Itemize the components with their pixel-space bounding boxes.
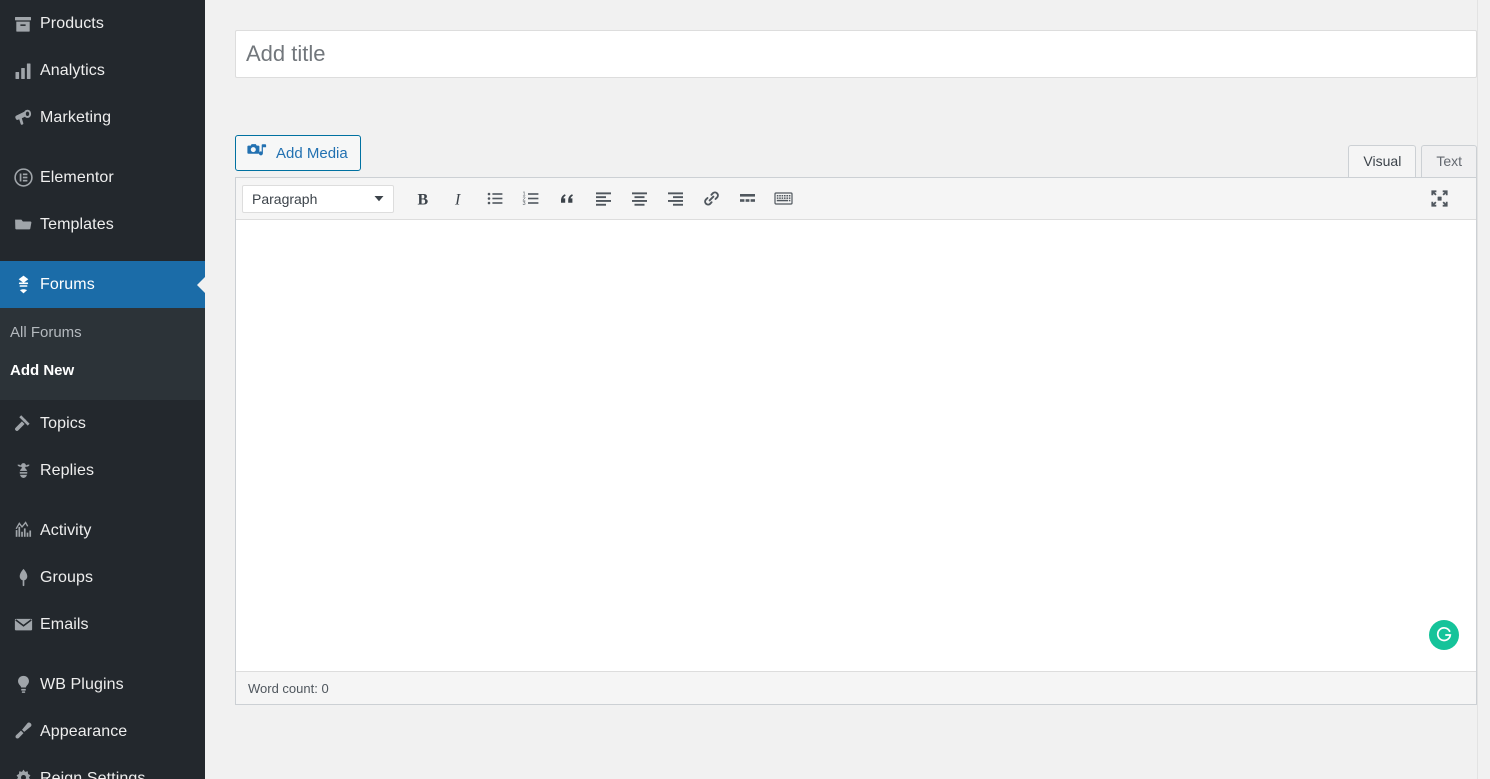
bar-chart-icon	[6, 59, 40, 83]
align-center-icon[interactable]	[624, 184, 654, 214]
toolbar-toggle-icon[interactable]	[768, 184, 798, 214]
sidebar-item-topics[interactable]: Topics	[0, 400, 205, 447]
lightbulb-icon	[6, 673, 40, 697]
main-content-area: Add Media Visual Text Paragraph B I	[205, 0, 1490, 779]
editor-container: Paragraph B I 123 Word count: 0	[235, 177, 1477, 705]
read-more-icon[interactable]	[732, 184, 762, 214]
fullscreen-icon[interactable]	[1424, 184, 1454, 214]
sidebar-item-label: Replies	[40, 461, 95, 479]
sidebar-item-marketing[interactable]: Marketing	[0, 94, 205, 141]
sidebar-item-reign-settings[interactable]: Reign Settings	[0, 755, 205, 779]
sidebar-group: Forums All Forums Add New Topics Replies	[0, 261, 205, 494]
sidebar-item-label: Forums	[40, 275, 95, 293]
sidebar-separator	[0, 248, 205, 261]
submenu-item-label: Add New	[10, 362, 75, 379]
editor-statusbar: Word count: 0	[236, 671, 1476, 704]
sidebar-group: WB Plugins Appearance Reign Settings	[0, 661, 205, 779]
sidebar-item-replies[interactable]: Replies	[0, 447, 205, 494]
chevron-down-icon	[373, 191, 385, 207]
sidebar-item-label: WB Plugins	[40, 675, 124, 693]
sidebar-item-products[interactable]: Products	[0, 0, 205, 47]
align-left-icon[interactable]	[588, 184, 618, 214]
sidebar-item-label: Emails	[40, 615, 89, 633]
sidebar-item-activity[interactable]: Activity	[0, 507, 205, 554]
tab-text[interactable]: Text	[1421, 145, 1477, 177]
post-title-input[interactable]	[235, 30, 1477, 78]
page-scrollbar[interactable]	[1477, 0, 1490, 779]
bee-icon	[6, 459, 40, 483]
word-count-label: Word count: 0	[248, 680, 329, 696]
sidebar-item-templates[interactable]: Templates	[0, 201, 205, 248]
media-camera-icon	[247, 142, 267, 164]
svg-text:I: I	[454, 191, 461, 208]
sidebar-item-label: Groups	[40, 568, 94, 586]
blockquote-icon[interactable]	[552, 184, 582, 214]
svg-text:B: B	[418, 191, 429, 208]
forums-icon	[6, 273, 40, 297]
submenu-item-all-forums[interactable]: All Forums	[0, 314, 205, 352]
elementor-circle-icon	[6, 166, 40, 190]
sidebar-item-label: Appearance	[40, 722, 128, 740]
tab-visual-label: Visual	[1363, 153, 1402, 169]
sidebar-item-label: Topics	[40, 414, 86, 432]
sidebar-item-analytics[interactable]: Analytics	[0, 47, 205, 94]
bold-icon[interactable]: B	[408, 184, 438, 214]
forums-submenu: All Forums Add New	[0, 308, 205, 400]
title-section	[235, 0, 1477, 78]
add-media-label: Add Media	[276, 144, 348, 162]
sidebar-item-appearance[interactable]: Appearance	[0, 708, 205, 755]
gavel-icon	[6, 412, 40, 436]
archive-box-icon	[6, 12, 40, 36]
sidebar-item-label: Elementor	[40, 168, 114, 186]
svg-text:3: 3	[522, 201, 525, 207]
sidebar-item-label: Products	[40, 14, 104, 32]
sidebar-group: Elementor Templates	[0, 154, 205, 248]
add-media-button[interactable]: Add Media	[235, 135, 361, 171]
groups-icon	[6, 566, 40, 590]
sidebar-group: Activity Groups Emails	[0, 507, 205, 648]
activity-icon	[6, 519, 40, 543]
bulleted-list-icon[interactable]	[480, 184, 510, 214]
link-icon[interactable]	[696, 184, 726, 214]
sidebar-item-wb-plugins[interactable]: WB Plugins	[0, 661, 205, 708]
tab-text-label: Text	[1436, 153, 1462, 169]
editor-mode-tabs: Visual Text	[1343, 145, 1477, 177]
submenu-item-add-new[interactable]: Add New	[0, 352, 205, 390]
sidebar-item-elementor[interactable]: Elementor	[0, 154, 205, 201]
gear-icon	[6, 767, 40, 779]
numbered-list-icon[interactable]: 123	[516, 184, 546, 214]
admin-sidebar: Products Analytics Marketing Elementor T…	[0, 0, 205, 779]
sidebar-item-label: Activity	[40, 521, 92, 539]
italic-icon[interactable]: I	[444, 184, 474, 214]
paintbrush-icon	[6, 720, 40, 744]
editor-body[interactable]	[236, 220, 1476, 672]
sidebar-group: Products Analytics Marketing	[0, 0, 205, 141]
submenu-item-label: All Forums	[10, 324, 82, 341]
folder-icon	[6, 213, 40, 237]
sidebar-item-label: Analytics	[40, 61, 105, 79]
sidebar-separator	[0, 648, 205, 661]
editor-header-row: Add Media Visual Text	[235, 135, 1477, 177]
editor-toolbar: Paragraph B I 123	[236, 178, 1476, 220]
align-right-icon[interactable]	[660, 184, 690, 214]
sidebar-item-emails[interactable]: Emails	[0, 601, 205, 648]
sidebar-item-label: Reign Settings	[40, 769, 146, 779]
current-menu-arrow-icon	[197, 275, 205, 294]
sidebar-item-groups[interactable]: Groups	[0, 554, 205, 601]
sidebar-item-label: Marketing	[40, 108, 112, 126]
envelope-icon	[6, 613, 40, 637]
sidebar-item-label: Templates	[40, 215, 114, 233]
paragraph-format-value: Paragraph	[252, 190, 318, 207]
sidebar-separator	[0, 494, 205, 507]
paragraph-format-select[interactable]: Paragraph	[242, 184, 394, 213]
megaphone-icon	[6, 106, 40, 130]
sidebar-item-forums[interactable]: Forums	[0, 261, 205, 308]
sidebar-separator	[0, 141, 205, 154]
grammarly-icon[interactable]	[1429, 620, 1459, 650]
tab-visual[interactable]: Visual	[1348, 145, 1417, 177]
